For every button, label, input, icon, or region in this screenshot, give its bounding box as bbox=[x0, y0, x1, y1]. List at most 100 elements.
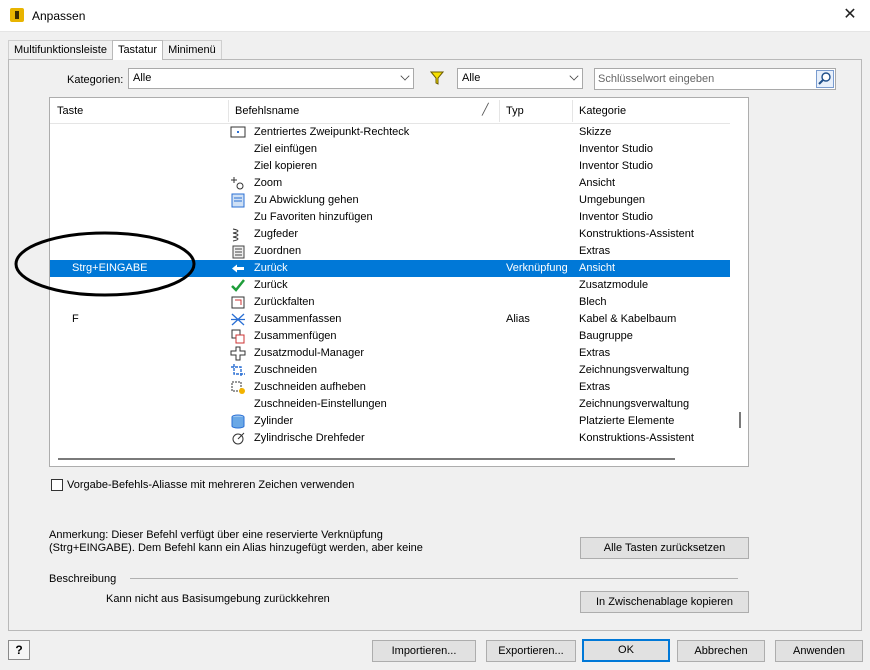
annotation-ellipse bbox=[14, 231, 196, 297]
torsion-spring-icon bbox=[230, 431, 246, 446]
alias-checkbox[interactable] bbox=[51, 479, 63, 491]
row-command: Zusammenfassen bbox=[254, 313, 342, 325]
flat-pattern-icon bbox=[230, 193, 246, 208]
merge-icon bbox=[230, 312, 246, 327]
row-command: Zu Abwicklung gehen bbox=[254, 194, 359, 206]
filter-icon[interactable] bbox=[430, 71, 444, 85]
sort-indicator-icon: ╱ bbox=[482, 104, 489, 116]
categories-value: Alle bbox=[133, 72, 152, 84]
alias-checkbox-label: Vorgabe-Befehls-Aliasse mit mehreren Zei… bbox=[67, 479, 355, 491]
table-row[interactable]: Zuschneiden-Einstellungen Zeichnungsverwa… bbox=[50, 396, 730, 413]
column-category[interactable]: Kategorie bbox=[579, 105, 626, 117]
row-command: Zuschneiden bbox=[254, 364, 317, 376]
row-category: Extras bbox=[579, 381, 611, 393]
row-category: Kabel & Kabelbaum bbox=[579, 313, 677, 325]
row-category: Zusatzmodule bbox=[579, 279, 649, 291]
horizontal-scrollbar[interactable] bbox=[50, 451, 748, 466]
list-header: Taste Befehlsname ╱ Typ Kategorie bbox=[50, 98, 730, 124]
tab-ribbon[interactable]: Multifunktionsleiste bbox=[8, 40, 113, 59]
row-category: Baugruppe bbox=[579, 330, 633, 342]
chevron-down-icon bbox=[400, 71, 410, 81]
categories-label: Kategorien: bbox=[67, 74, 124, 86]
row-command: Zuschneiden aufheben bbox=[254, 381, 366, 393]
table-row[interactable]: Zylindrische Drehfeder Konstruktions-Assi… bbox=[50, 430, 730, 447]
copy-clipboard-button[interactable]: In Zwischenablage kopieren bbox=[580, 591, 749, 613]
row-command: Zuschneiden-Einstellungen bbox=[254, 398, 387, 410]
zoom-icon bbox=[230, 176, 246, 191]
column-command[interactable]: Befehlsname bbox=[235, 105, 299, 117]
row-category: Umgebungen bbox=[579, 194, 646, 206]
description-divider bbox=[130, 578, 738, 579]
search-icon bbox=[818, 72, 831, 85]
search-button[interactable] bbox=[816, 70, 834, 88]
column-separator bbox=[228, 100, 229, 122]
row-category: Platzierte Elemente bbox=[579, 415, 675, 427]
row-key: F bbox=[72, 313, 79, 325]
table-row[interactable]: Ziel kopieren Inventor Studio bbox=[50, 158, 730, 175]
row-type: Verknüpfung bbox=[506, 262, 568, 274]
row-command: Zentriertes Zweipunkt-Rechteck bbox=[254, 126, 410, 138]
column-separator bbox=[499, 100, 500, 122]
rectangle-center-icon bbox=[230, 125, 246, 140]
row-category: Inventor Studio bbox=[579, 211, 653, 223]
row-command: Zusammenfügen bbox=[254, 330, 337, 342]
table-row[interactable]: Zuschneiden Zeichnungsverwaltung bbox=[50, 362, 730, 379]
tab-minimenu[interactable]: Minimenü bbox=[162, 40, 222, 59]
row-category: Zeichnungsverwaltung bbox=[579, 364, 690, 376]
table-row[interactable]: Zuschneiden aufheben Extras bbox=[50, 379, 730, 396]
vertical-scrollbar[interactable] bbox=[731, 98, 748, 451]
filter-type-dropdown[interactable]: Alle bbox=[457, 68, 583, 89]
ok-button[interactable]: OK bbox=[582, 639, 670, 662]
table-row[interactable]: Zentriertes Zweipunkt-Rechteck Skizze bbox=[50, 124, 730, 141]
row-command: Zuordnen bbox=[254, 245, 302, 257]
row-category: Inventor Studio bbox=[579, 160, 653, 172]
table-row[interactable]: Zylinder Platzierte Elemente bbox=[50, 413, 730, 430]
export-button[interactable]: Exportieren... bbox=[486, 640, 576, 662]
join-icon bbox=[230, 329, 246, 344]
row-command: Zusatzmodul-Manager bbox=[254, 347, 365, 359]
extension-spring-icon bbox=[230, 227, 246, 242]
note-text: Anmerkung: Dieser Befehl verfügt über ei… bbox=[49, 529, 423, 554]
close-icon[interactable]: ✕ bbox=[840, 5, 860, 25]
table-row[interactable]: Zu Abwicklung gehen Umgebungen bbox=[50, 192, 730, 209]
apply-button[interactable]: Anwenden bbox=[775, 640, 863, 662]
table-row[interactable]: Zoom Ansicht bbox=[50, 175, 730, 192]
row-category: Konstruktions-Assistent bbox=[579, 228, 694, 240]
import-button[interactable]: Importieren... bbox=[372, 640, 476, 662]
row-category: Zeichnungsverwaltung bbox=[579, 398, 690, 410]
row-command: Ziel einfügen bbox=[254, 143, 317, 155]
row-command: Ziel kopieren bbox=[254, 160, 317, 172]
table-row[interactable]: Zusammenfügen Baugruppe bbox=[50, 328, 730, 345]
search-input[interactable] bbox=[598, 71, 808, 87]
title-bar: Anpassen ✕ bbox=[0, 0, 870, 32]
row-command: Zugfeder bbox=[254, 228, 299, 240]
table-row[interactable]: F Zusammenfassen Alias Kabel & Kabelbaum bbox=[50, 311, 730, 328]
table-row[interactable]: Zu Favoriten hinzufügen Inventor Studio bbox=[50, 209, 730, 226]
row-category: Ansicht bbox=[579, 177, 616, 189]
categories-dropdown[interactable]: Alle bbox=[128, 68, 414, 89]
column-type[interactable]: Typ bbox=[506, 105, 524, 117]
table-row[interactable]: Ziel einfügen Inventor Studio bbox=[50, 141, 730, 158]
description-text: Kann nicht aus Basisumgebung zurückkehre… bbox=[106, 593, 330, 605]
row-command: Zylinder bbox=[254, 415, 294, 427]
column-key[interactable]: Taste bbox=[57, 105, 83, 117]
window-title: Anpassen bbox=[32, 9, 86, 23]
tab-keyboard[interactable]: Tastatur bbox=[111, 40, 164, 60]
description-label: Beschreibung bbox=[49, 573, 117, 585]
help-button[interactable]: ? bbox=[8, 640, 30, 660]
table-row[interactable]: Zusatzmodul-Manager Extras bbox=[50, 345, 730, 362]
row-category: Ansicht bbox=[579, 262, 616, 274]
row-category: Konstruktions-Assistent bbox=[579, 432, 694, 444]
checkmark-icon bbox=[230, 278, 246, 293]
row-command: Zurück bbox=[254, 262, 288, 274]
cancel-button[interactable]: Abbrechen bbox=[677, 640, 765, 662]
reset-all-keys-button[interactable]: Alle Tasten zurücksetzen bbox=[580, 537, 749, 559]
row-command: Zoom bbox=[254, 177, 283, 189]
refold-icon bbox=[230, 295, 246, 310]
horizontal-scroll-thumb[interactable] bbox=[58, 458, 675, 460]
row-category: Skizze bbox=[579, 126, 612, 138]
row-type: Alias bbox=[506, 313, 530, 325]
vertical-scroll-thumb[interactable] bbox=[739, 412, 741, 428]
row-command: Zylindrische Drehfeder bbox=[254, 432, 365, 444]
row-category: Blech bbox=[579, 296, 607, 308]
